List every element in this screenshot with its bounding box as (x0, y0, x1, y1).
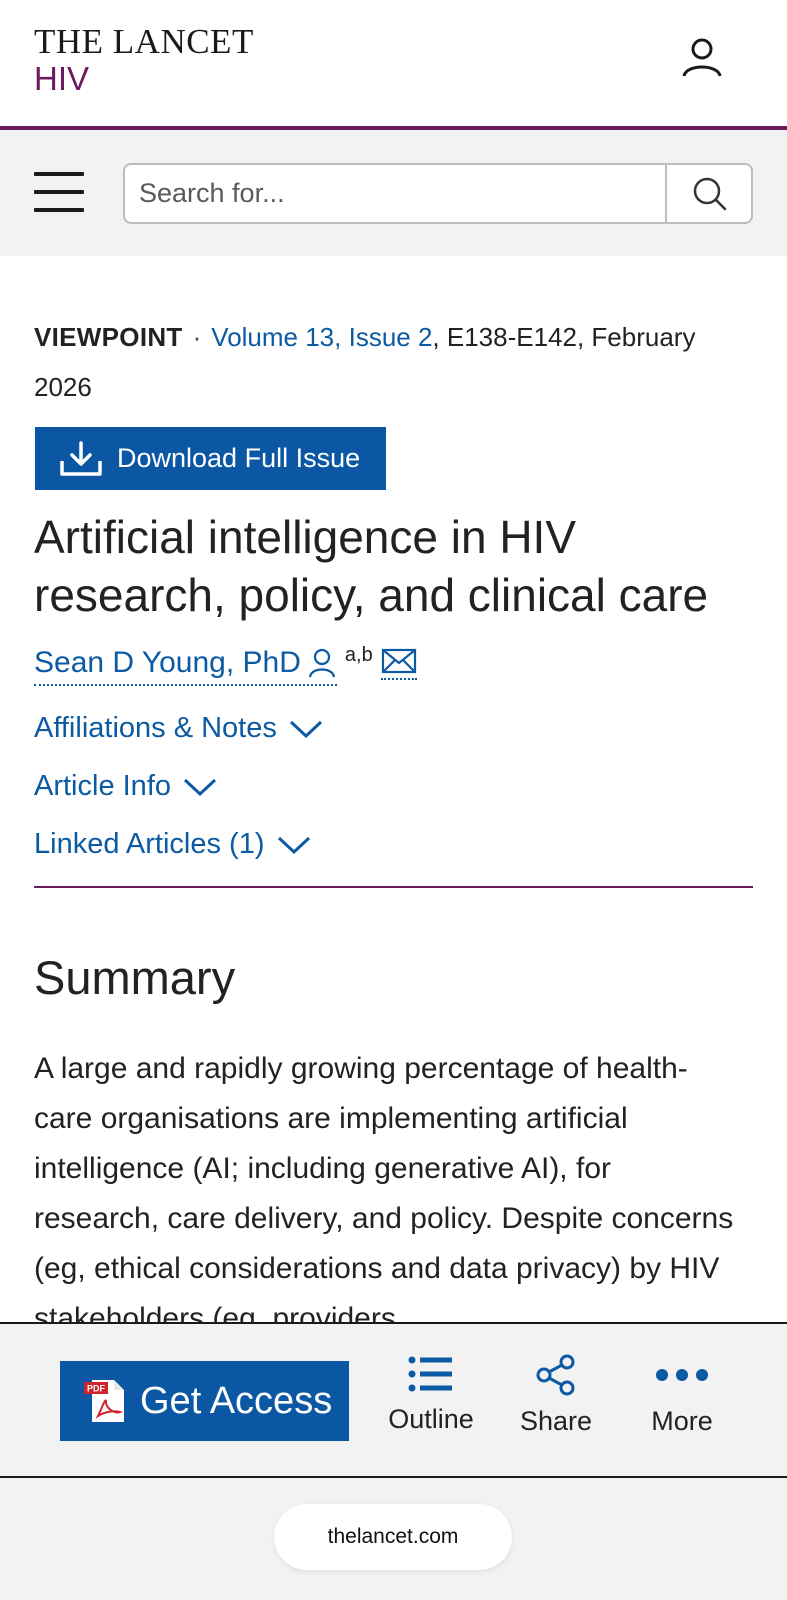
share-label: Share (519, 1406, 593, 1436)
search-icon (693, 177, 727, 211)
pdf-icon: PDF (84, 1380, 124, 1422)
accordion-label: Linked Articles (1) (34, 828, 265, 860)
search-bar (0, 130, 787, 256)
volume-issue-link[interactable]: Volume 13, Issue 2 (211, 322, 432, 352)
hamburger-menu-icon (34, 172, 84, 176)
menu-button[interactable] (34, 170, 86, 214)
chevron-down-icon (277, 836, 310, 854)
meta-separator: · (192, 322, 202, 352)
svg-text:PDF: PDF (87, 1384, 106, 1394)
chevron-down-icon (183, 778, 217, 796)
person-icon (682, 38, 722, 77)
author-affiliation-marks[interactable]: a,b (345, 644, 373, 667)
accordion-label: Article Info (34, 770, 171, 802)
download-full-issue-label: Download Full Issue (117, 443, 361, 473)
summary-text: A large and rapidly growing percentage o… (34, 1052, 734, 1322)
author-name: Sean D Young, PhD (34, 646, 301, 679)
get-access-button[interactable]: PDF Get Access (60, 1361, 349, 1441)
chevron-down-icon (289, 720, 322, 738)
search-box (123, 163, 753, 224)
more-label: More (651, 1406, 713, 1436)
browser-chrome: thelancet.com (0, 1478, 787, 1600)
share-icon (536, 1354, 575, 1396)
list-icon (408, 1356, 452, 1392)
article-meta: VIEWPOINT · Volume 13, Issue 2, E138-E142,… (34, 312, 754, 412)
article-type: VIEWPOINT (34, 322, 183, 352)
outline-button[interactable]: Outline (376, 1354, 486, 1435)
author-person-icon (308, 648, 335, 678)
journal-logo-subtitle[interactable]: HIV (34, 60, 89, 98)
journal-logo[interactable]: THE LANCET (34, 22, 254, 62)
accordion-label: Affiliations & Notes (34, 712, 277, 744)
browser-url-bar[interactable]: thelancet.com (274, 1504, 512, 1570)
search-input[interactable] (125, 165, 665, 222)
account-button[interactable] (680, 36, 724, 80)
more-button[interactable]: More (627, 1354, 737, 1437)
author-link[interactable]: Sean D Young, PhD (34, 646, 337, 686)
share-button[interactable]: Share (501, 1354, 611, 1437)
search-submit-button[interactable] (665, 165, 751, 222)
summary-heading: Summary (34, 951, 236, 1004)
outline-label: Outline (388, 1404, 474, 1434)
article-title: Artificial intelligence in HIV research,… (34, 511, 709, 621)
masthead: THE LANCET HIV (0, 0, 787, 126)
bottom-action-bar: PDF Get Access Outline Share More (0, 1322, 787, 1478)
accordion-affiliations-notes[interactable]: Affiliations & Notes (34, 712, 323, 745)
article-header-divider (34, 886, 753, 888)
download-icon (60, 440, 102, 476)
envelope-icon (381, 648, 416, 674)
download-full-issue-button[interactable]: Download Full Issue (35, 427, 386, 490)
accordion-linked-articles[interactable]: Linked Articles (1) (34, 828, 311, 861)
author-email-link[interactable] (380, 646, 417, 680)
get-access-label: Get Access (140, 1379, 333, 1422)
accordion-article-info[interactable]: Article Info (34, 770, 217, 803)
more-dots-icon (656, 1369, 708, 1381)
author-row: Sean D Young, PhD a,b (34, 644, 417, 692)
